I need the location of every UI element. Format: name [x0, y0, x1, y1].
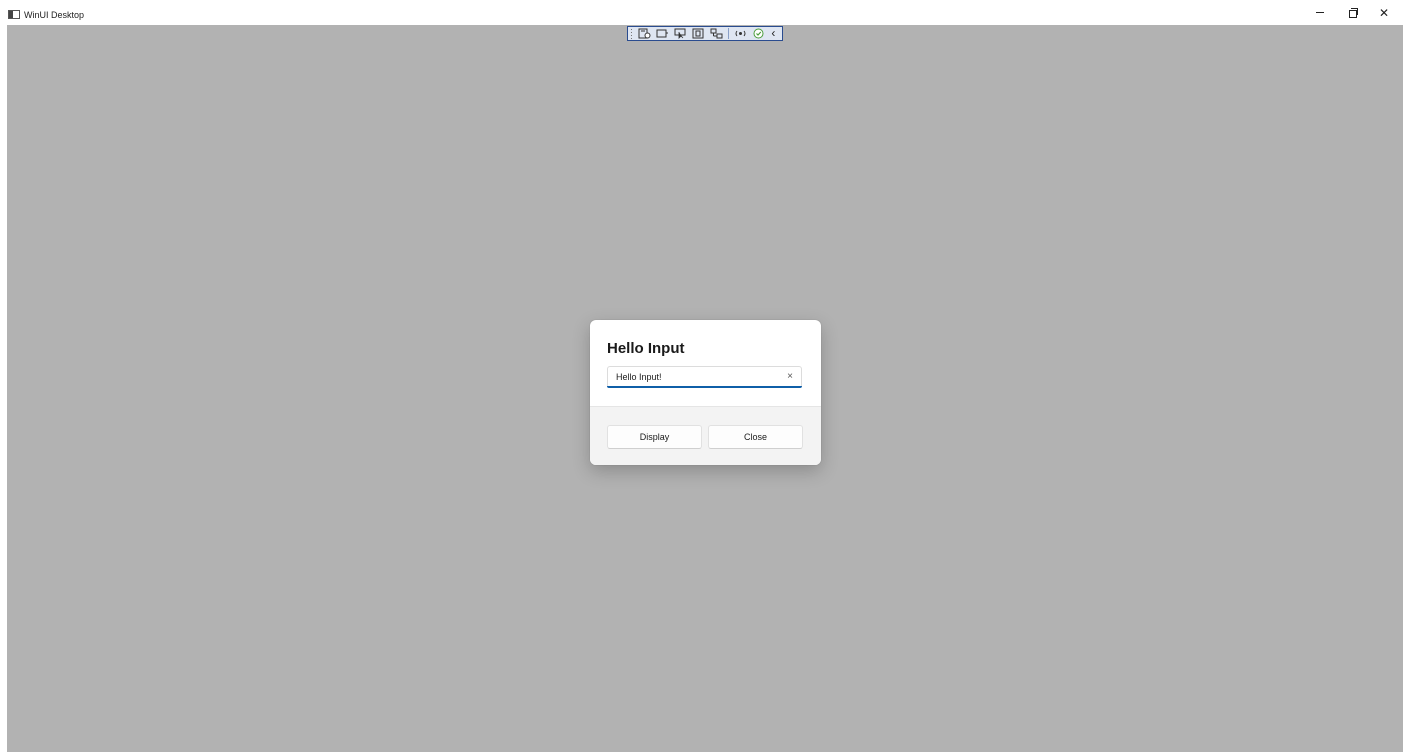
hot-reload-status-button[interactable]: [752, 28, 765, 39]
title-bar[interactable]: WinUI Desktop ✕: [0, 0, 1410, 25]
display-layout-adorners-icon: [674, 28, 686, 39]
clear-text-icon[interactable]: ×: [787, 370, 793, 384]
xaml-debug-toolbar: ‹: [627, 26, 783, 41]
close-button[interactable]: Close: [708, 425, 803, 449]
hot-reload-icon: [735, 30, 746, 37]
display-button[interactable]: Display: [607, 425, 702, 449]
content-dialog: Hello Input Hello Input! × Display Close: [590, 320, 821, 465]
collapse-chevron-icon: ‹: [771, 26, 776, 40]
live-visual-tree-button[interactable]: [638, 28, 651, 39]
live-visual-tree-icon: [638, 28, 651, 39]
window-title: WinUI Desktop: [24, 10, 85, 20]
app-window-icon: [8, 10, 20, 19]
minimize-button[interactable]: [1304, 0, 1336, 25]
toolbar-separator: [728, 28, 729, 39]
close-icon: ✕: [1378, 5, 1390, 20]
focus-underline: [607, 386, 802, 388]
input-textbox[interactable]: Hello Input! ×: [607, 366, 802, 388]
app-window: WinUI Desktop ✕ ‹ Hello Input Hello Inpu…: [0, 0, 1410, 752]
dialog-title: Hello Input: [607, 340, 685, 357]
hot-reload-button[interactable]: [734, 28, 747, 39]
select-element-icon: [656, 29, 669, 38]
binding-failures-button[interactable]: [710, 28, 723, 39]
input-value: Hello Input!: [616, 372, 662, 382]
hot-reload-status-icon: [753, 28, 764, 39]
display-layout-adorners-button[interactable]: [674, 28, 687, 39]
restore-button[interactable]: [1337, 0, 1369, 25]
collapse-toolbar-button[interactable]: ‹: [770, 26, 777, 40]
restore-icon: [1348, 8, 1358, 18]
select-element-button[interactable]: [656, 28, 669, 39]
toolbar-grip-handle[interactable]: [630, 28, 633, 39]
track-focused-element-button[interactable]: [692, 28, 705, 39]
minimize-icon: [1316, 12, 1324, 13]
close-window-button[interactable]: ✕: [1368, 0, 1400, 25]
binding-failures-icon: [710, 28, 723, 39]
dialog-button-area: Display Close: [590, 406, 821, 465]
track-focused-element-icon: [692, 28, 704, 39]
